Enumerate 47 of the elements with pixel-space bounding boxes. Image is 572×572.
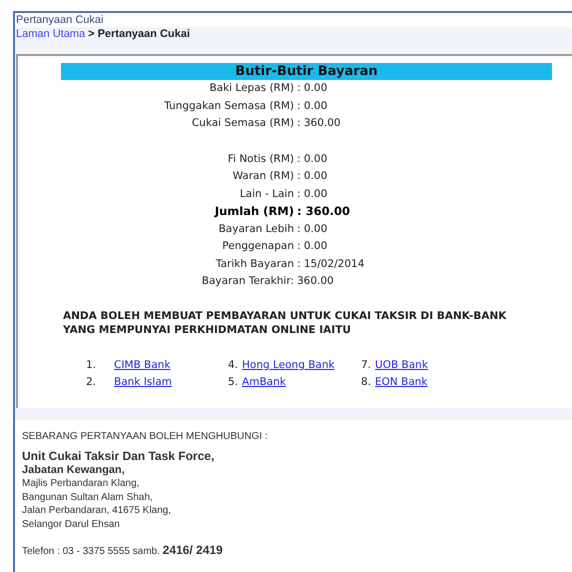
address-line: Selangor Darul Ehsan <box>22 518 121 531</box>
detail-label: Tunggakan Semasa (RM) <box>164 98 295 114</box>
detail-value: : 0.00 <box>297 239 328 254</box>
detail-label: Penggenapan <box>222 239 295 254</box>
breadcrumb-link[interactable]: Laman Utama <box>16 28 86 40</box>
address-line: Bangunan Sultan Alam Shah, <box>22 490 154 504</box>
phone-text: Telefon : 03 - 3375 5555 samb. 2416/ 2419 <box>22 544 224 558</box>
detail-value: : 0.00 <box>297 169 328 184</box>
detail-value: : 360.00 <box>297 116 342 131</box>
detail-label: Bayaran Terakhir: <box>202 274 295 289</box>
detail-value: : 15/02/2014 <box>297 256 366 272</box>
detail-label: Jumlah (RM) <box>214 203 295 220</box>
detail-label: Fi Notis (RM) <box>228 152 295 166</box>
detail-value: : 0.00 <box>297 152 328 166</box>
list-number: 2. <box>86 375 98 390</box>
page-title: Pertanyaan Cukai <box>15 13 104 27</box>
detail-label: Bayaran Lebih <box>218 222 295 236</box>
contact-intro: SEBARANG PERTANYAAN BOLEH MENGHUBUNGI : <box>22 430 269 444</box>
bank-link[interactable]: AmBank <box>242 374 286 392</box>
bank-link[interactable]: Bank Islam <box>114 374 172 392</box>
department-name: Jabatan Kewangan, <box>22 464 126 477</box>
detail-label: Baki Lepas (RM) <box>209 81 295 96</box>
breadcrumb-current: > Pertanyaan Cukai <box>88 28 190 40</box>
list-number: 5. <box>228 375 238 390</box>
bank-link[interactable]: UOB Bank <box>375 356 428 374</box>
detail-value: : 0.00 <box>297 186 328 202</box>
detail-value: : 360.00 <box>297 203 351 220</box>
bank-link[interactable]: EON Bank <box>375 374 428 392</box>
detail-value: : 0.00 <box>297 98 328 114</box>
detail-label: Tarikh Bayaran <box>216 256 295 272</box>
list-number: 4. <box>228 358 238 372</box>
address-line: Jalan Perbandaran, 41675 Klang, <box>22 504 172 518</box>
address-line: Majlis Perbandaran Klang, <box>22 477 140 490</box>
detail-value: : 0.00 <box>297 81 328 96</box>
bank-notice: ANDA BOLEH MEMBUAT PEMBAYARAN UNTUK CUKAI TAKSIR DI BANK-BANK YANG MEMPUNYAI PERKHIDMATAN ONLINE IAITU <box>63 308 508 336</box>
list-number: 1. <box>86 358 98 372</box>
detail-value: : 0.00 <box>297 222 328 236</box>
unit-name: Unit Cukai Taksir Dan Task Force, <box>22 448 216 464</box>
detail-label: Cukai Semasa (RM) <box>192 116 295 131</box>
detail-label: Waran (RM) <box>232 169 295 184</box>
section-heading: Butir-Butir Bayaran <box>61 63 552 80</box>
bank-link[interactable]: Hong Leong Bank <box>242 356 335 374</box>
detail-value: 360.00 <box>297 274 335 289</box>
detail-label: Lain - Lain <box>240 186 295 202</box>
list-number: 8. <box>361 375 372 390</box>
bank-link[interactable]: CIMB Bank <box>114 356 170 374</box>
list-number: 7. <box>361 358 372 372</box>
